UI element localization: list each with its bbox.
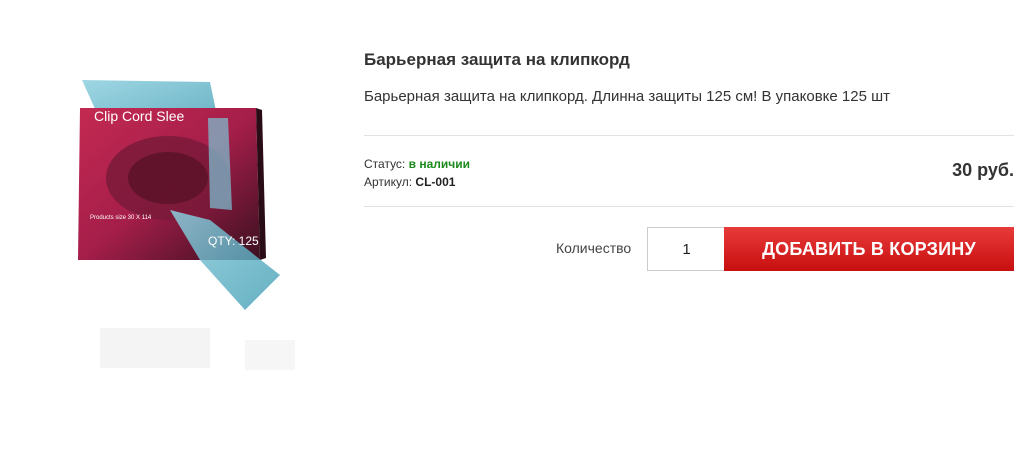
divider <box>364 206 1014 207</box>
box-qty-text: QTY: 125 <box>208 234 259 248</box>
product-info: Барьерная защита на клипкорд Барьерная з… <box>364 48 1014 291</box>
product-title: Барьерная защита на клипкорд <box>364 50 630 69</box>
product-meta-row: Статус: в наличии Артикул: CL-001 30 руб… <box>364 136 1014 206</box>
product-price: 30 руб. <box>952 160 1014 180</box>
sku-line: Артикул: CL-001 <box>364 173 470 191</box>
add-to-cart-row: Количество ДОБАВИТЬ В КОРЗИНУ <box>364 227 1014 291</box>
status-value: в наличии <box>408 157 470 171</box>
product-description: Барьерная защита на клипкорд. Длинна защ… <box>364 88 891 105</box>
sku-value: CL-001 <box>415 175 456 189</box>
product-image[interactable]: Clip Cord Slee Products size 30 X 114 QT… <box>60 60 300 380</box>
sku-label: Артикул: <box>364 175 413 189</box>
box-size-text: Products size 30 X 114 <box>90 215 152 221</box>
quantity-label: Количество <box>556 240 632 256</box>
add-to-cart-button[interactable]: ДОБАВИТЬ В КОРЗИНУ <box>724 227 1014 271</box>
status-label: Статус: <box>364 157 406 171</box>
box-title-text: Clip Cord Slee <box>94 108 185 124</box>
quantity-input[interactable] <box>647 227 725 271</box>
product-page: Clip Cord Slee Products size 30 X 114 QT… <box>0 0 1024 456</box>
status-line: Статус: в наличии <box>364 155 470 173</box>
product-meta: Статус: в наличии Артикул: CL-001 <box>364 155 470 191</box>
